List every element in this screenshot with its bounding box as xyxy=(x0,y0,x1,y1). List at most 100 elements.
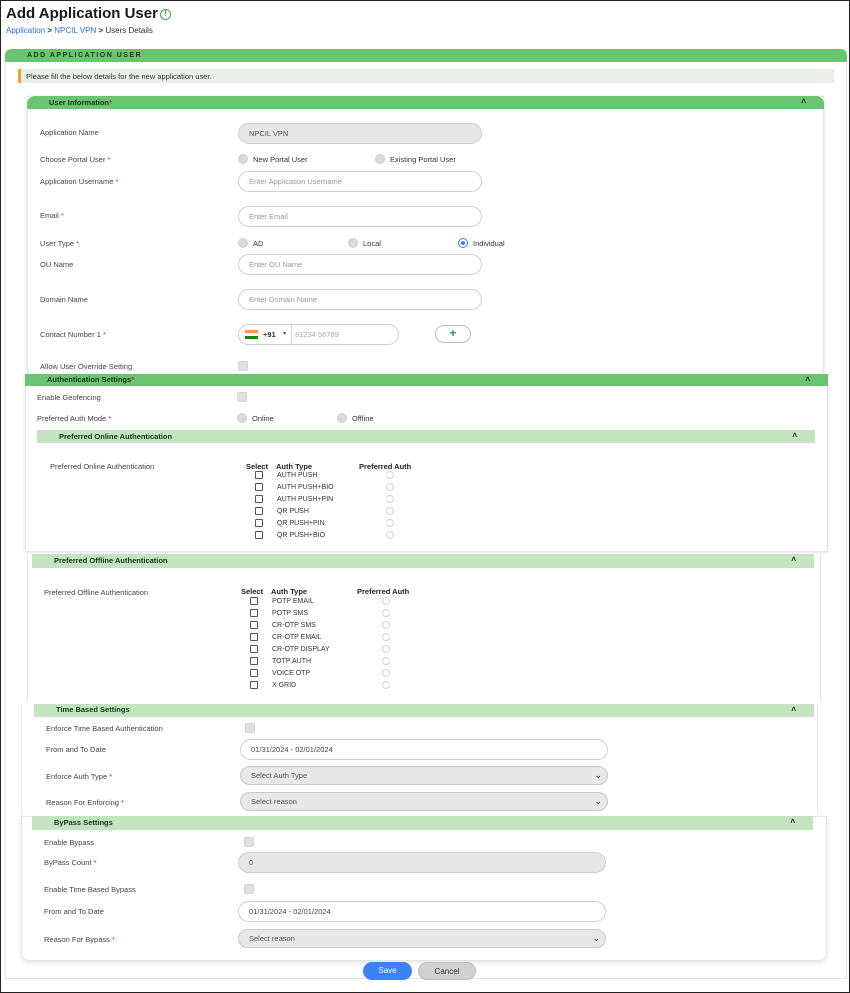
breadcrumb: Application > NPCIL VPN > Users Details xyxy=(6,26,153,35)
main-panel-header: ADD APPLICATION USER xyxy=(5,49,847,62)
column-preferred-auth: Preferred Auth xyxy=(359,462,412,471)
bypass-date-range-input[interactable]: 01/31/2024 - 02/01/2024 xyxy=(238,901,606,922)
breadcrumb-npcil-vpn[interactable]: NPCIL VPN xyxy=(54,26,96,35)
row-select-checkbox[interactable] xyxy=(255,471,263,479)
application-username-input[interactable]: Enter Application Username xyxy=(238,171,482,192)
chevron-up-icon[interactable]: ˄ xyxy=(792,431,797,440)
existing-portal-user-label: Existing Portal User xyxy=(390,155,456,164)
row-select-checkbox[interactable] xyxy=(250,621,258,629)
chevron-down-icon[interactable]: ▾ xyxy=(283,330,286,337)
authentication-settings-header[interactable]: Authentication Settings* ˄ xyxy=(25,374,828,386)
preferred-auth-radio[interactable] xyxy=(382,597,390,605)
user-type-ad-radio[interactable] xyxy=(238,238,248,248)
row-select-checkbox[interactable] xyxy=(250,681,258,689)
enforce-auth-type-select[interactable]: Select Auth Type ⌄ xyxy=(240,766,608,785)
preferred-auth-radio[interactable] xyxy=(386,495,394,503)
chevron-up-icon[interactable]: ˄ xyxy=(801,97,806,106)
preferred-online-authentication-header[interactable]: Preferred Online Authentication ˄ xyxy=(37,430,815,443)
auth-type-cell: QR PUSH+PIN xyxy=(277,520,325,527)
row-select-checkbox[interactable] xyxy=(250,669,258,677)
row-select-checkbox[interactable] xyxy=(250,597,258,605)
page-title: Add Application User! xyxy=(6,5,171,22)
user-type-local-radio[interactable] xyxy=(348,238,358,248)
chevron-up-icon[interactable]: ˄ xyxy=(805,375,810,384)
save-button[interactable]: Save xyxy=(363,962,412,980)
time-based-bypass-checkbox[interactable] xyxy=(244,884,254,894)
preferred-online-auth-label: Preferred Online Authentication xyxy=(50,462,155,471)
geofencing-checkbox[interactable] xyxy=(237,392,247,402)
section-title: User Information xyxy=(49,98,110,107)
reason-for-bypass-select[interactable]: Select reason ⌄ xyxy=(238,929,606,948)
time-date-range-input[interactable]: 01/31/2024 - 02/01/2024 xyxy=(240,739,608,760)
preferred-auth-radio[interactable] xyxy=(386,519,394,527)
auth-type-cell: POTP SMS xyxy=(272,610,309,617)
chevron-up-icon[interactable]: ˄ xyxy=(791,705,796,714)
row-select-checkbox[interactable] xyxy=(255,519,263,527)
chevron-up-icon[interactable]: ˄ xyxy=(791,555,796,564)
application-name-label: Application Name xyxy=(40,128,99,137)
user-type-individual-label: Individual xyxy=(473,239,505,248)
reason-for-enforcing-select[interactable]: Select reason ⌄ xyxy=(240,792,608,811)
chevron-up-icon[interactable]: ˄ xyxy=(790,817,795,826)
override-setting-checkbox[interactable] xyxy=(238,361,248,371)
email-input[interactable]: Enter Email xyxy=(238,206,482,227)
auth-mode-offline-radio[interactable] xyxy=(337,413,347,423)
existing-portal-user-radio[interactable] xyxy=(375,154,385,164)
auth-type-cell: VOICE OTP xyxy=(272,670,311,677)
domain-name-label: Domain Name xyxy=(40,295,88,304)
preferred-auth-radio[interactable] xyxy=(382,681,390,689)
auth-type-cell: CR-OTP DISPLAY xyxy=(272,646,330,653)
chevron-down-icon: ⌄ xyxy=(594,770,602,780)
breadcrumb-application[interactable]: Application xyxy=(6,26,45,35)
user-type-individual-radio[interactable] xyxy=(458,238,468,248)
new-portal-user-label: New Portal User xyxy=(253,155,308,164)
preferred-auth-radio[interactable] xyxy=(386,507,394,515)
column-select: Select xyxy=(246,462,269,471)
breadcrumb-separator: > xyxy=(98,26,104,35)
user-type-local-label: Local xyxy=(363,239,381,248)
preferred-auth-radio[interactable] xyxy=(382,669,390,677)
chevron-down-icon: ⌄ xyxy=(592,933,600,943)
new-portal-user-radio[interactable] xyxy=(238,154,248,164)
section-title: Authentication Settings xyxy=(47,375,132,384)
contact-number-input[interactable]: +91 ▾ 81234 56789 xyxy=(238,324,399,345)
preferred-auth-radio[interactable] xyxy=(386,531,394,539)
auth-mode-online-radio[interactable] xyxy=(237,413,247,423)
enable-bypass-checkbox[interactable] xyxy=(244,837,254,847)
ou-name-input[interactable]: Enter OU Name xyxy=(238,254,482,275)
row-select-checkbox[interactable] xyxy=(250,609,258,617)
row-select-checkbox[interactable] xyxy=(250,645,258,653)
time-based-settings-header[interactable]: Time Based Settings ˄ xyxy=(34,704,814,717)
row-select-checkbox[interactable] xyxy=(255,531,263,539)
row-select-checkbox[interactable] xyxy=(250,633,258,641)
cancel-button[interactable]: Cancel xyxy=(418,962,476,980)
row-select-checkbox[interactable] xyxy=(255,495,263,503)
bypass-count-label: ByPass Count * xyxy=(44,858,97,867)
preferred-offline-authentication-header[interactable]: Preferred Offline Authentication ˄ xyxy=(32,554,814,568)
instruction-note: Please fill the below details for the ne… xyxy=(18,69,834,83)
preferred-auth-radio[interactable] xyxy=(386,483,394,491)
auth-type-cell: CR-OTP SMS xyxy=(272,622,316,629)
country-code[interactable]: +91 xyxy=(263,330,276,339)
row-select-checkbox[interactable] xyxy=(255,507,263,515)
row-select-checkbox[interactable] xyxy=(255,483,263,491)
preferred-auth-radio[interactable] xyxy=(386,471,394,479)
bypass-settings-header[interactable]: ByPass Settings ˄ xyxy=(32,816,813,830)
info-icon[interactable]: ! xyxy=(159,9,171,20)
bypass-count-input[interactable]: 0 xyxy=(238,852,606,873)
preferred-auth-radio[interactable] xyxy=(382,609,390,617)
breadcrumb-separator: > xyxy=(47,26,53,35)
enforce-time-based-checkbox[interactable] xyxy=(245,723,255,733)
domain-name-input[interactable]: Enter Domain Name xyxy=(238,289,482,310)
preferred-auth-radio[interactable] xyxy=(382,621,390,629)
row-select-checkbox[interactable] xyxy=(250,657,258,665)
preferred-auth-radio[interactable] xyxy=(382,633,390,641)
add-contact-button[interactable]: + xyxy=(435,325,471,343)
override-setting-label: Allow User Override Setting xyxy=(40,362,133,371)
auth-type-cell: POTP EMAIL xyxy=(272,598,314,605)
preferred-auth-radio[interactable] xyxy=(382,645,390,653)
preferred-auth-radio[interactable] xyxy=(382,657,390,665)
auth-type-cell: AUTH PUSH+BIO xyxy=(277,484,334,491)
column-auth-type: Auth Type xyxy=(271,587,308,596)
user-information-header[interactable]: User Information* ˄ xyxy=(27,96,824,109)
